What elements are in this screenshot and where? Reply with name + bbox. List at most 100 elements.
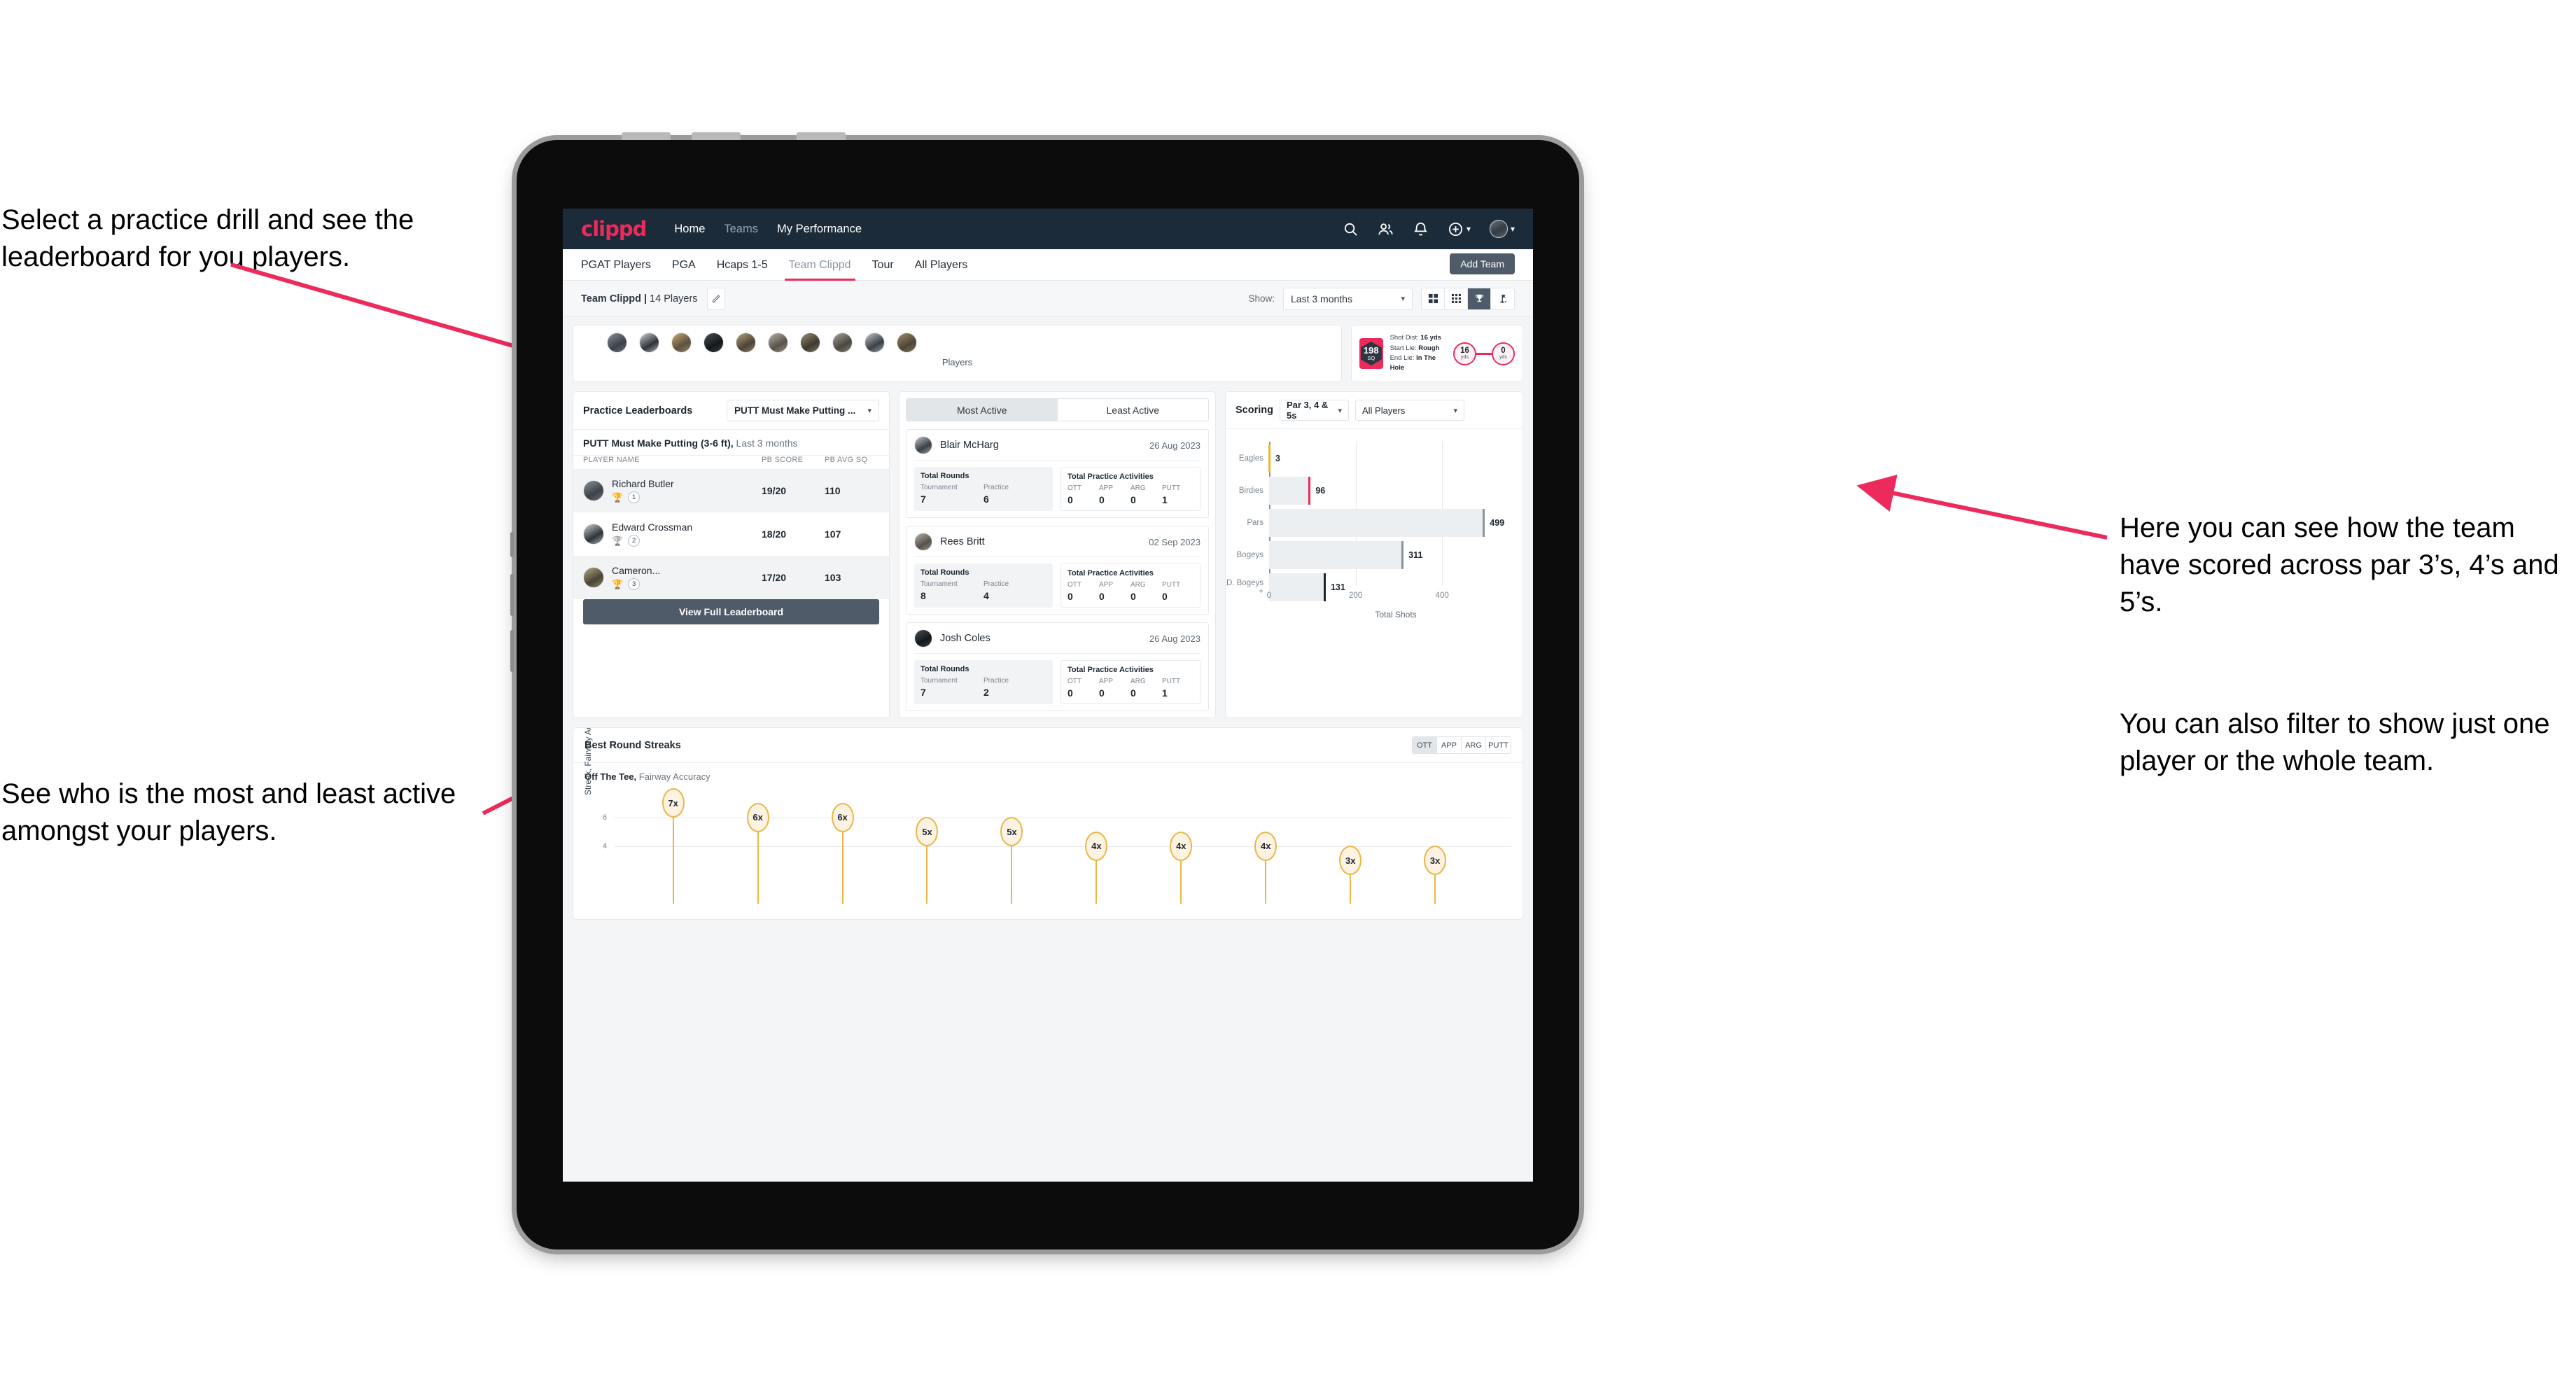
label-ott: OTT: [1068, 484, 1082, 492]
par-select[interactable]: Par 3, 4 & 5s ▾: [1279, 400, 1349, 421]
streaks-header: Best Round Streaks OTT APP ARG PUTT: [573, 728, 1522, 762]
players-caption: Players: [941, 357, 973, 368]
scoring-header: Scoring Par 3, 4 & 5s ▾ All Players ▾: [1226, 392, 1522, 428]
tab-all-players[interactable]: All Players: [915, 249, 968, 281]
streaks-category-toggle: OTT APP ARG PUTT: [1412, 736, 1511, 754]
value-app: 0: [1099, 591, 1105, 602]
value-arg: 0: [1130, 591, 1136, 602]
bar-cap: [1308, 477, 1311, 505]
value-practice: 4: [983, 590, 989, 601]
search-icon[interactable]: [1343, 221, 1359, 237]
table-row[interactable]: Cameron... 🏆 3 17/20 103: [573, 556, 889, 599]
avatar: [914, 436, 932, 454]
avatar[interactable]: [704, 332, 724, 353]
distance-connector: [1476, 352, 1492, 355]
pb-score: 18/20: [762, 528, 787, 540]
bell-icon[interactable]: [1413, 221, 1429, 237]
avatar[interactable]: [832, 332, 853, 353]
show-period-select[interactable]: Last 3 months ▾: [1283, 287, 1413, 310]
view-toggle-trophy[interactable]: [1468, 288, 1491, 309]
avatar[interactable]: [864, 332, 885, 353]
tab-least-active[interactable]: Least Active: [1057, 399, 1208, 421]
add-team-button[interactable]: Add Team: [1450, 253, 1515, 274]
block-title: Total Rounds: [920, 568, 969, 577]
activity-item-body: Total Rounds Tournament 8 Practice 4 Total…: [914, 556, 1200, 608]
x-tick: 200: [1348, 592, 1363, 600]
player-select[interactable]: All Players ▾: [1354, 400, 1464, 421]
avatar[interactable]: [897, 332, 917, 353]
label-app: APP: [1099, 678, 1114, 685]
chart-x-ticks: 0 200 400: [1267, 592, 1522, 610]
table-row[interactable]: Richard Butler 🏆 1 19/20 110: [573, 469, 889, 512]
toggle-arg[interactable]: ARG: [1462, 737, 1486, 753]
label-practice: Practice: [983, 580, 1009, 588]
nav-link-home[interactable]: Home: [674, 223, 705, 236]
activity-card: Most Active Least Active Blair McHarg 26…: [899, 391, 1216, 718]
players-strip-card: Players: [573, 325, 1342, 382]
annotation-right-filter: You can also filter to show just one pla…: [2120, 708, 2550, 776]
tab-tour[interactable]: Tour: [872, 249, 894, 281]
avatar[interactable]: [671, 332, 692, 353]
streaks-y-axis-label: Streak, Fairway Accuracy: [583, 727, 593, 795]
y-tick: 6: [603, 813, 608, 822]
lollipop-value: 4x: [1254, 831, 1278, 861]
tab-most-active[interactable]: Most Active: [906, 399, 1058, 421]
tab-pgat-players[interactable]: PGAT Players: [581, 249, 651, 281]
value-tournament: 7: [920, 687, 926, 698]
chevron-down-icon: ▾: [1510, 224, 1515, 234]
tab-pga[interactable]: PGA: [672, 249, 696, 281]
value-tournament: 7: [920, 493, 926, 505]
shot-summary-card: 198 SQ Shot Dist: 16 yds Start Lie: Roug…: [1351, 325, 1523, 382]
block-title: Total Rounds: [920, 665, 969, 673]
mid-row: Practice Leaderboards PUTT Must Make Put…: [573, 391, 1523, 718]
sq-unit: SQ: [1367, 354, 1376, 361]
pencil-icon: [712, 295, 720, 302]
sq-value: 198: [1363, 344, 1379, 356]
player-select-value: All Players: [1362, 405, 1406, 416]
add-menu[interactable]: ▾: [1448, 221, 1471, 237]
plus-circle-icon[interactable]: [1448, 221, 1464, 237]
scoring-card: Scoring Par 3, 4 & 5s ▾ All Players ▾ Ea…: [1225, 391, 1523, 718]
avatar[interactable]: [768, 332, 788, 353]
label-practice: Practice: [983, 484, 1009, 491]
tab-team-clippd[interactable]: Team Clippd: [784, 249, 855, 281]
chevron-down-icon: ▾: [1453, 406, 1457, 415]
list-item[interactable]: Rees Britt 02 Sep 2023 Total Rounds Tour…: [906, 526, 1209, 615]
best-round-streaks-card: Best Round Streaks OTT APP ARG PUTT Off …: [573, 727, 1523, 920]
table-row[interactable]: Edward Crossman 🏆 2 18/20 107: [573, 512, 889, 556]
avatar[interactable]: [1489, 220, 1508, 238]
trophy-icon: [1475, 294, 1483, 302]
nav-link-teams[interactable]: Teams: [724, 223, 758, 236]
avatar[interactable]: [800, 332, 820, 353]
label-arg: ARG: [1130, 581, 1146, 589]
value-practice: 6: [983, 493, 989, 505]
list-item[interactable]: Josh Coles 26 Aug 2023 Total Rounds Tour…: [906, 622, 1209, 711]
block-title: Total Practice Activities: [1068, 569, 1154, 578]
pb-score: 19/20: [762, 485, 787, 496]
view-toggle-grid-large[interactable]: [1422, 288, 1445, 309]
account-menu[interactable]: ▾: [1489, 220, 1515, 238]
annotation-right-scoring: Here you can see how the team have score…: [2120, 512, 2559, 617]
team-name: Team Clippd |: [581, 293, 650, 304]
avatar[interactable]: [736, 332, 756, 353]
drill-select[interactable]: PUTT Must Make Putting ... ▾: [727, 400, 879, 421]
activity-item-header: Rees Britt 02 Sep 2023: [914, 533, 1200, 556]
edit-team-button[interactable]: [706, 287, 725, 310]
device-button: [622, 132, 671, 140]
toggle-app[interactable]: APP: [1437, 737, 1462, 753]
avatar[interactable]: [607, 332, 627, 353]
label-ott: OTT: [1068, 581, 1082, 589]
list-item[interactable]: Blair McHarg 26 Aug 2023 Total Rounds To…: [906, 429, 1209, 518]
dashboard-content: Players 198 SQ Shot Dist: 16 yds Start L…: [563, 317, 1533, 920]
view-toggle-flag[interactable]: [1491, 288, 1514, 309]
people-icon[interactable]: [1378, 221, 1394, 237]
avatar[interactable]: [639, 332, 659, 353]
nav-link-my-performance[interactable]: My Performance: [777, 223, 862, 236]
view-toggle-grid-small[interactable]: [1445, 288, 1468, 309]
view-full-leaderboard-button[interactable]: View Full Leaderboard: [583, 599, 879, 624]
clippd-logo[interactable]: clippd: [581, 217, 647, 241]
tab-hcaps-1-5[interactable]: Hcaps 1-5: [717, 249, 768, 281]
toggle-putt[interactable]: PUTT: [1486, 737, 1511, 753]
toggle-ott[interactable]: OTT: [1413, 737, 1437, 753]
bar-eagles: Eagles 3: [1226, 444, 1511, 472]
